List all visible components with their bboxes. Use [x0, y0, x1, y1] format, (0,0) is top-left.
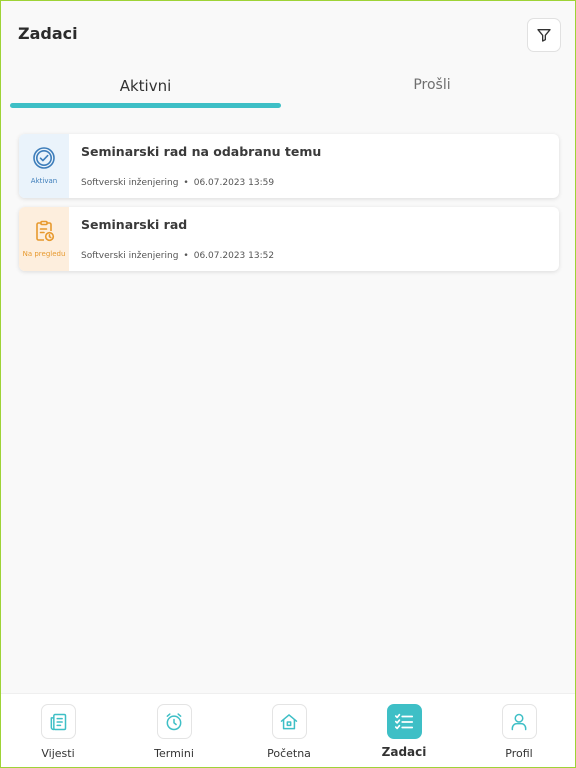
nav-item-vijesti[interactable]: Vijesti: [13, 704, 103, 766]
filter-icon: [537, 29, 551, 42]
filter-button[interactable]: [527, 18, 561, 52]
nav-item-zadaci[interactable]: Zadaci: [359, 704, 449, 766]
nav-icon-box: [156, 704, 192, 739]
nav-label: Zadaci: [381, 745, 427, 759]
task-datetime: 06.07.2023 13:59: [193, 178, 275, 188]
status-label: Aktivan: [30, 177, 58, 185]
header: Zadaci: [1, 1, 575, 67]
task-title: Seminarski rad: [81, 217, 188, 232]
page-title: Zadaci: [18, 24, 78, 43]
task-card[interactable]: Aktivan Seminarski rad na odabranu temu …: [19, 134, 559, 198]
nav-item-termini[interactable]: Termini: [129, 704, 219, 766]
nav-icon-box: [501, 704, 537, 739]
tab-prosli[interactable]: Prošli: [291, 77, 573, 93]
status-badge: Na pregledu: [19, 207, 69, 271]
nav-label: Početna: [267, 747, 311, 760]
home-icon: [280, 713, 298, 729]
active-tab-indicator: [10, 103, 281, 108]
task-title: Seminarski rad na odabranu temu: [81, 144, 322, 159]
app-frame: Zadaci Aktivni Prošli Aktivan Seminarski…: [0, 0, 576, 768]
tab-aktivni[interactable]: Aktivni: [10, 77, 281, 95]
news-icon: [50, 713, 67, 730]
meta-separator: •: [183, 251, 189, 261]
nav-label: Profil: [505, 747, 533, 760]
nav-icon-box: [386, 704, 422, 739]
checklist-icon: [394, 713, 414, 729]
task-meta: Softverski inženjering • 06.07.2023 13:59: [81, 178, 274, 188]
clipboard-clock-icon: [36, 220, 55, 242]
user-icon: [511, 713, 527, 730]
meta-separator: •: [183, 178, 189, 188]
alarm-clock-icon: [166, 712, 182, 730]
task-meta: Softverski inženjering • 06.07.2023 13:52: [81, 251, 274, 261]
check-circle-icon: [33, 147, 55, 169]
nav-item-pocetna[interactable]: Početna: [244, 704, 334, 766]
bottom-nav: Vijesti Termini Početna Zadaci Profil: [1, 693, 575, 767]
status-badge: Aktivan: [19, 134, 69, 198]
nav-label: Termini: [154, 747, 194, 760]
task-course: Softverski inženjering: [81, 178, 179, 188]
status-label: Na pregledu: [22, 250, 66, 258]
task-card[interactable]: Na pregledu Seminarski rad Softverski in…: [19, 207, 559, 271]
nav-icon-box: [40, 704, 76, 739]
nav-label: Vijesti: [41, 747, 75, 760]
tab-bar: Aktivni Prošli: [1, 67, 575, 111]
nav-icon-box: [271, 704, 307, 739]
task-datetime: 06.07.2023 13:52: [193, 251, 275, 261]
task-course: Softverski inženjering: [81, 251, 179, 261]
nav-item-profil[interactable]: Profil: [474, 704, 564, 766]
